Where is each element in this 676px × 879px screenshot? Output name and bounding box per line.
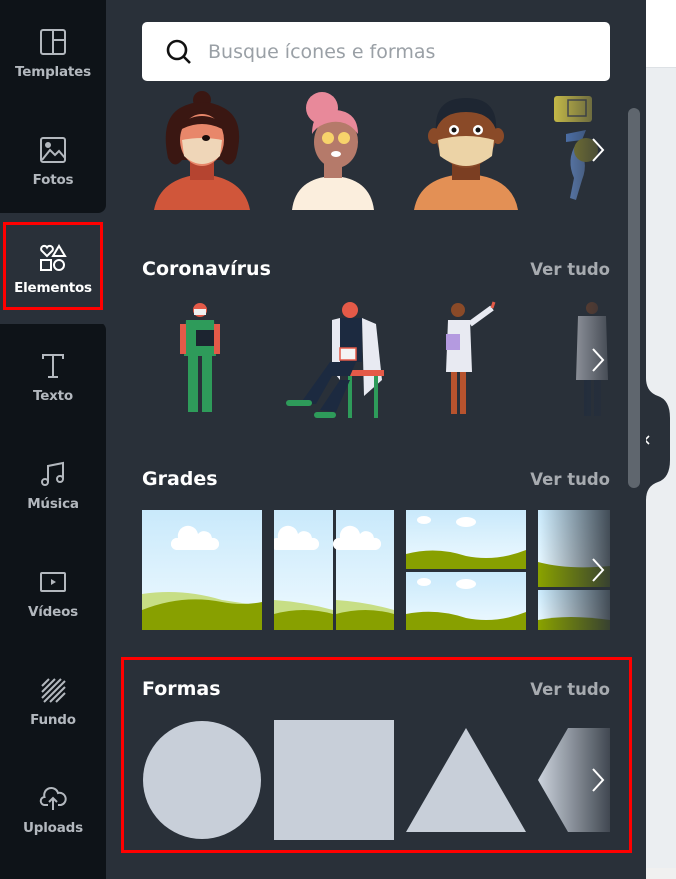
shape-square[interactable] <box>274 720 394 840</box>
illustration-man-mask[interactable] <box>412 90 520 210</box>
panel-scrollbar[interactable] <box>628 108 640 488</box>
section-title-grades: Grades <box>142 468 218 490</box>
sidebar-item-label: Fotos <box>32 172 74 188</box>
illustration-woman-bun[interactable] <box>150 90 254 210</box>
sidebar-item-label: Uploads <box>23 820 83 836</box>
sidebar-item-videos[interactable]: Vídeos <box>0 540 106 648</box>
see-all-grades-link[interactable]: Ver tudo <box>530 470 610 489</box>
chevron-right-icon <box>592 138 605 162</box>
templates-layout-icon <box>40 29 66 55</box>
section-title-coronavirus: Coronavírus <box>142 258 271 280</box>
collapse-panel-button[interactable] <box>646 378 670 500</box>
sidebar-item-templates[interactable]: Templates <box>0 0 106 108</box>
illustration-woman-pink-hair[interactable] <box>288 90 378 210</box>
elements-panel: Coronavírus Ver tudo <box>106 0 646 879</box>
see-all-coronavirus-link[interactable]: Ver tudo <box>530 260 610 279</box>
sidebar: Templates Fotos Elementos Texto Música V… <box>0 0 106 879</box>
shapes-icon <box>40 244 67 271</box>
chevron-right-icon <box>592 768 605 792</box>
illustration-doctor-woman-pointing[interactable] <box>436 300 502 420</box>
search-icon <box>166 39 191 64</box>
grid-single[interactable] <box>142 510 262 630</box>
shapes-row <box>142 720 610 840</box>
search-bar[interactable] <box>142 22 610 81</box>
section-title-formas: Formas <box>142 678 221 700</box>
sidebar-item-label: Fundo <box>30 712 76 728</box>
row-next-button[interactable] <box>586 130 610 170</box>
chevron-right-icon <box>592 558 605 582</box>
chevron-right-icon <box>592 348 605 372</box>
see-all-formas-link[interactable]: Ver tudo <box>530 680 610 699</box>
sidebar-item-elementos[interactable]: Elementos <box>0 216 106 324</box>
horizontal-scrollbar[interactable] <box>646 868 676 879</box>
grid-two-columns[interactable] <box>274 510 394 630</box>
sidebar-item-label: Vídeos <box>27 604 78 620</box>
row-next-button[interactable] <box>586 760 610 800</box>
row-next-button[interactable] <box>586 550 610 590</box>
sidebar-item-label: Elementos <box>14 280 92 296</box>
text-icon <box>42 354 64 378</box>
photo-icon <box>40 137 66 163</box>
background-stripes-icon <box>41 678 66 703</box>
cloud-upload-icon <box>39 787 67 810</box>
illustration-nurse[interactable] <box>176 300 226 420</box>
sidebar-item-fotos[interactable]: Fotos <box>0 108 106 216</box>
canvas-toolbar <box>646 0 676 68</box>
grids-row <box>142 510 610 630</box>
video-play-icon <box>40 572 66 592</box>
row-next-button[interactable] <box>586 340 610 380</box>
sidebar-item-label: Texto <box>32 388 73 404</box>
sidebar-item-uploads[interactable]: Uploads <box>0 756 106 864</box>
sidebar-item-musica[interactable]: Música <box>0 432 106 540</box>
sidebar-item-label: Música <box>27 496 79 512</box>
search-input[interactable] <box>208 40 588 63</box>
sidebar-item-label: Templates <box>15 64 91 80</box>
sidebar-item-fundo[interactable]: Fundo <box>0 648 106 756</box>
sidebar-item-texto[interactable]: Texto <box>0 324 106 432</box>
grid-two-rows[interactable] <box>406 510 526 630</box>
shape-circle[interactable] <box>142 720 262 840</box>
illustrations-row <box>142 90 610 210</box>
shape-triangle[interactable] <box>406 720 526 840</box>
music-note-icon <box>41 461 64 486</box>
editor-root: Templates Fotos Elementos Texto Música V… <box>0 0 676 879</box>
coronavirus-row <box>142 300 610 420</box>
illustration-doctor-seated[interactable] <box>280 300 390 420</box>
